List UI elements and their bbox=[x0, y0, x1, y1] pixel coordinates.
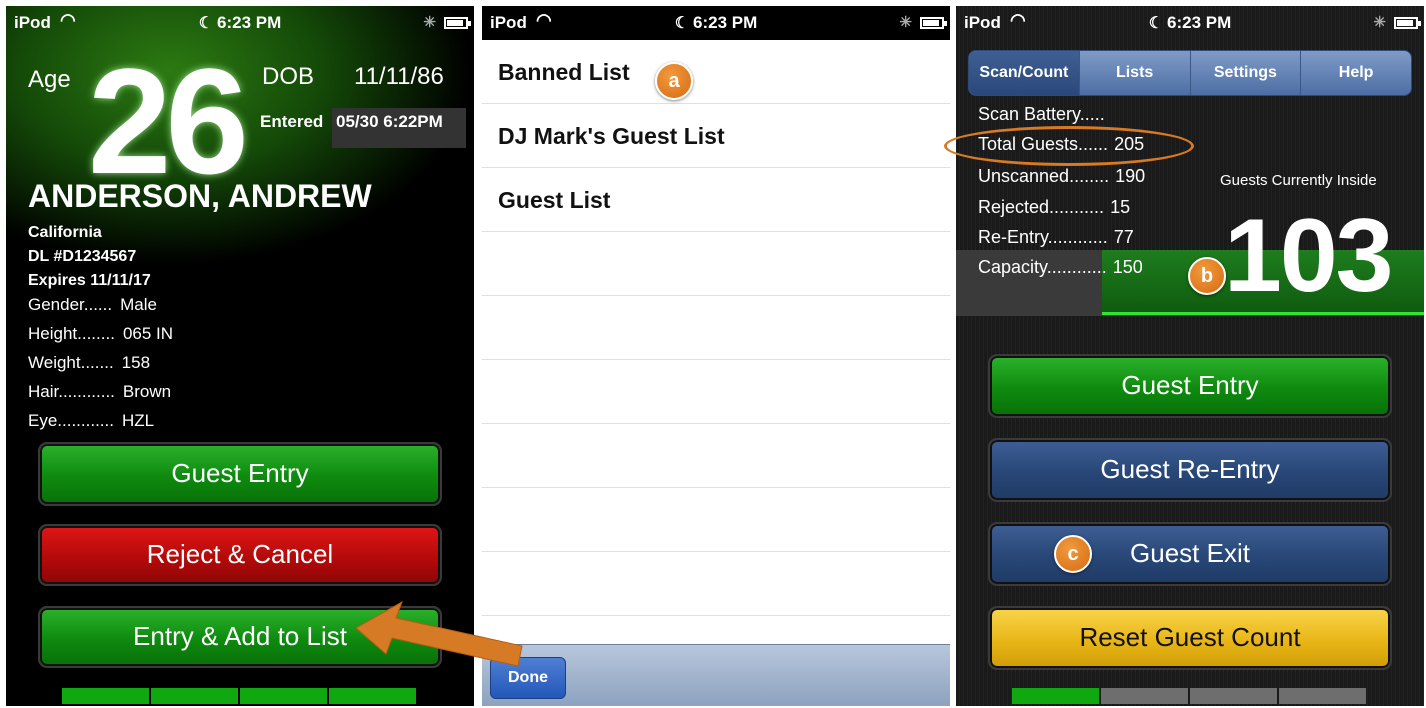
info-row-eye: Eye............ HZL bbox=[28, 411, 155, 430]
bar-segment bbox=[1012, 688, 1099, 704]
bluetooth-icon: ✳ bbox=[1373, 14, 1386, 31]
info-row-height: Height........ 065 IN bbox=[28, 324, 174, 343]
dob-value: 11/11/86 bbox=[354, 63, 444, 90]
moon-icon: ☾ bbox=[198, 15, 214, 32]
customer-name: ANDERSON, ANDREW bbox=[28, 178, 372, 214]
status-bar: iPod ◠ ☾ 6:23 PM ✳ bbox=[6, 6, 474, 40]
annotation-badge-a: a bbox=[655, 62, 693, 100]
empty-row bbox=[482, 424, 950, 488]
guest-exit-button[interactable]: Guest Exit bbox=[988, 522, 1392, 586]
tab-settings[interactable]: Settings bbox=[1191, 51, 1302, 95]
clock: 6:23 PM bbox=[1167, 13, 1232, 32]
battery-icon bbox=[444, 17, 471, 29]
count-screen: iPod ◠ ☾ 6:23 PM ✳ Scan/Count Lists Setti… bbox=[956, 6, 1424, 706]
age-label: Age bbox=[28, 66, 71, 93]
bluetooth-icon: ✳ bbox=[899, 14, 912, 31]
bar-segment bbox=[62, 688, 149, 704]
moon-icon: ☾ bbox=[674, 15, 690, 32]
scan-battery-label: Scan Battery..... bbox=[978, 104, 1105, 124]
stat-unscanned: Unscanned........ 190 bbox=[978, 166, 1146, 186]
list-item-banned[interactable]: Banned List bbox=[482, 40, 950, 104]
bar-segment bbox=[329, 688, 416, 704]
reset-guest-count-button[interactable]: Reset Guest Count bbox=[988, 606, 1392, 670]
guests-inside-count: 103 bbox=[1224, 198, 1394, 314]
bar-segment bbox=[151, 688, 238, 704]
bottom-toolbar: Done bbox=[482, 644, 950, 706]
clock: 6:23 PM bbox=[217, 13, 282, 32]
guest-lists: Banned List DJ Mark's Guest List Guest L… bbox=[482, 40, 950, 616]
status-bar: iPod ◠ ☾ 6:23 PM ✳ bbox=[956, 6, 1424, 40]
tab-scan-count[interactable]: Scan/Count bbox=[969, 51, 1080, 95]
lists-screen: iPod ◠ ☾ 6:23 PM ✳ Banned List DJ Mark's … bbox=[482, 6, 950, 706]
guest-entry-button[interactable]: Guest Entry bbox=[988, 354, 1392, 418]
empty-row bbox=[482, 552, 950, 616]
guest-entry-button[interactable]: Guest Entry bbox=[38, 442, 442, 506]
empty-row bbox=[482, 488, 950, 552]
bar-segment bbox=[1279, 688, 1366, 704]
info-row-gender: Gender...... Male bbox=[28, 295, 157, 314]
stat-rejected: Rejected........... 15 bbox=[978, 197, 1131, 217]
list-item-dj-mark[interactable]: DJ Mark's Guest List bbox=[482, 104, 950, 168]
tab-lists[interactable]: Lists bbox=[1080, 51, 1191, 95]
reject-cancel-button[interactable]: Reject & Cancel bbox=[38, 524, 442, 586]
entered-value: 05/30 6:22PM bbox=[336, 112, 443, 131]
clock: 6:23 PM bbox=[693, 13, 758, 32]
bar-segment bbox=[1101, 688, 1188, 704]
guests-inside-label: Guests Currently Inside bbox=[1220, 172, 1377, 189]
dob-label: DOB bbox=[262, 63, 315, 90]
bar-segment bbox=[1190, 688, 1277, 704]
total-guests-highlight bbox=[944, 126, 1194, 166]
bluetooth-icon: ✳ bbox=[423, 14, 436, 31]
empty-row bbox=[482, 360, 950, 424]
state-label: California bbox=[28, 224, 102, 241]
bar-segment bbox=[240, 688, 327, 704]
empty-row bbox=[482, 296, 950, 360]
age-value: 26 bbox=[88, 37, 249, 205]
list-item-guest[interactable]: Guest List bbox=[482, 168, 950, 232]
tab-help[interactable]: Help bbox=[1301, 51, 1411, 95]
dl-number: DL #D1234567 bbox=[28, 248, 137, 265]
battery-icon bbox=[1394, 17, 1421, 29]
info-row-weight: Weight....... 158 bbox=[28, 353, 151, 372]
signal-bar bbox=[1012, 688, 1366, 704]
moon-icon: ☾ bbox=[1148, 15, 1164, 32]
battery-icon bbox=[920, 17, 947, 29]
stat-reentry: Re-Entry............ 77 bbox=[978, 227, 1134, 247]
annotation-badge-b: b bbox=[1188, 257, 1226, 295]
orange-arrow-icon bbox=[355, 600, 523, 667]
stat-capacity: Capacity............ 150 bbox=[978, 257, 1143, 277]
empty-row bbox=[482, 232, 950, 296]
segmented-tabs: Scan/Count Lists Settings Help bbox=[968, 50, 1412, 96]
entered-label: Entered bbox=[260, 112, 324, 131]
guest-reentry-button[interactable]: Guest Re-Entry bbox=[988, 438, 1392, 502]
expires-label: Expires 11/11/17 bbox=[28, 272, 151, 289]
annotation-badge-c: c bbox=[1054, 535, 1092, 573]
info-row-hair: Hair............ Brown bbox=[28, 382, 172, 401]
status-bar: iPod ◠ ☾ 6:23 PM ✳ bbox=[482, 6, 950, 40]
signal-bar bbox=[62, 688, 416, 704]
